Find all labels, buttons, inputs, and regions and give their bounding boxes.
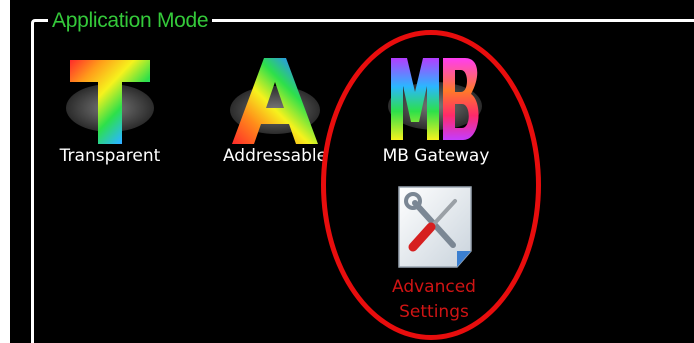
- application-mode-window: Application Mode Transparent Addressable…: [0, 0, 694, 343]
- mode-transparent-label: Transparent: [59, 146, 161, 166]
- advanced-settings-label-line1: Advanced: [392, 277, 476, 297]
- letter-t-rainbow-icon: [64, 56, 156, 152]
- mode-addressable-button[interactable]: Addressable: [204, 50, 346, 170]
- letters-mb-rainbow-icon: [385, 52, 485, 150]
- advanced-settings-label-line2: Settings: [399, 302, 469, 322]
- mode-transparent-button[interactable]: Transparent: [38, 50, 182, 170]
- mode-mbgateway-button[interactable]: MB Gateway: [365, 50, 507, 170]
- groupbox-title: Application Mode: [48, 8, 213, 34]
- advanced-settings-button[interactable]: Advanced Settings: [360, 183, 508, 333]
- wrench-screwdriver-settings-icon: [395, 185, 475, 273]
- mode-addressable-label: Addressable: [222, 146, 328, 166]
- advanced-settings-label: Advanced Settings: [360, 275, 508, 325]
- mode-mbgateway-label: MB Gateway: [382, 146, 490, 166]
- letter-a-rainbow-icon: [228, 54, 322, 152]
